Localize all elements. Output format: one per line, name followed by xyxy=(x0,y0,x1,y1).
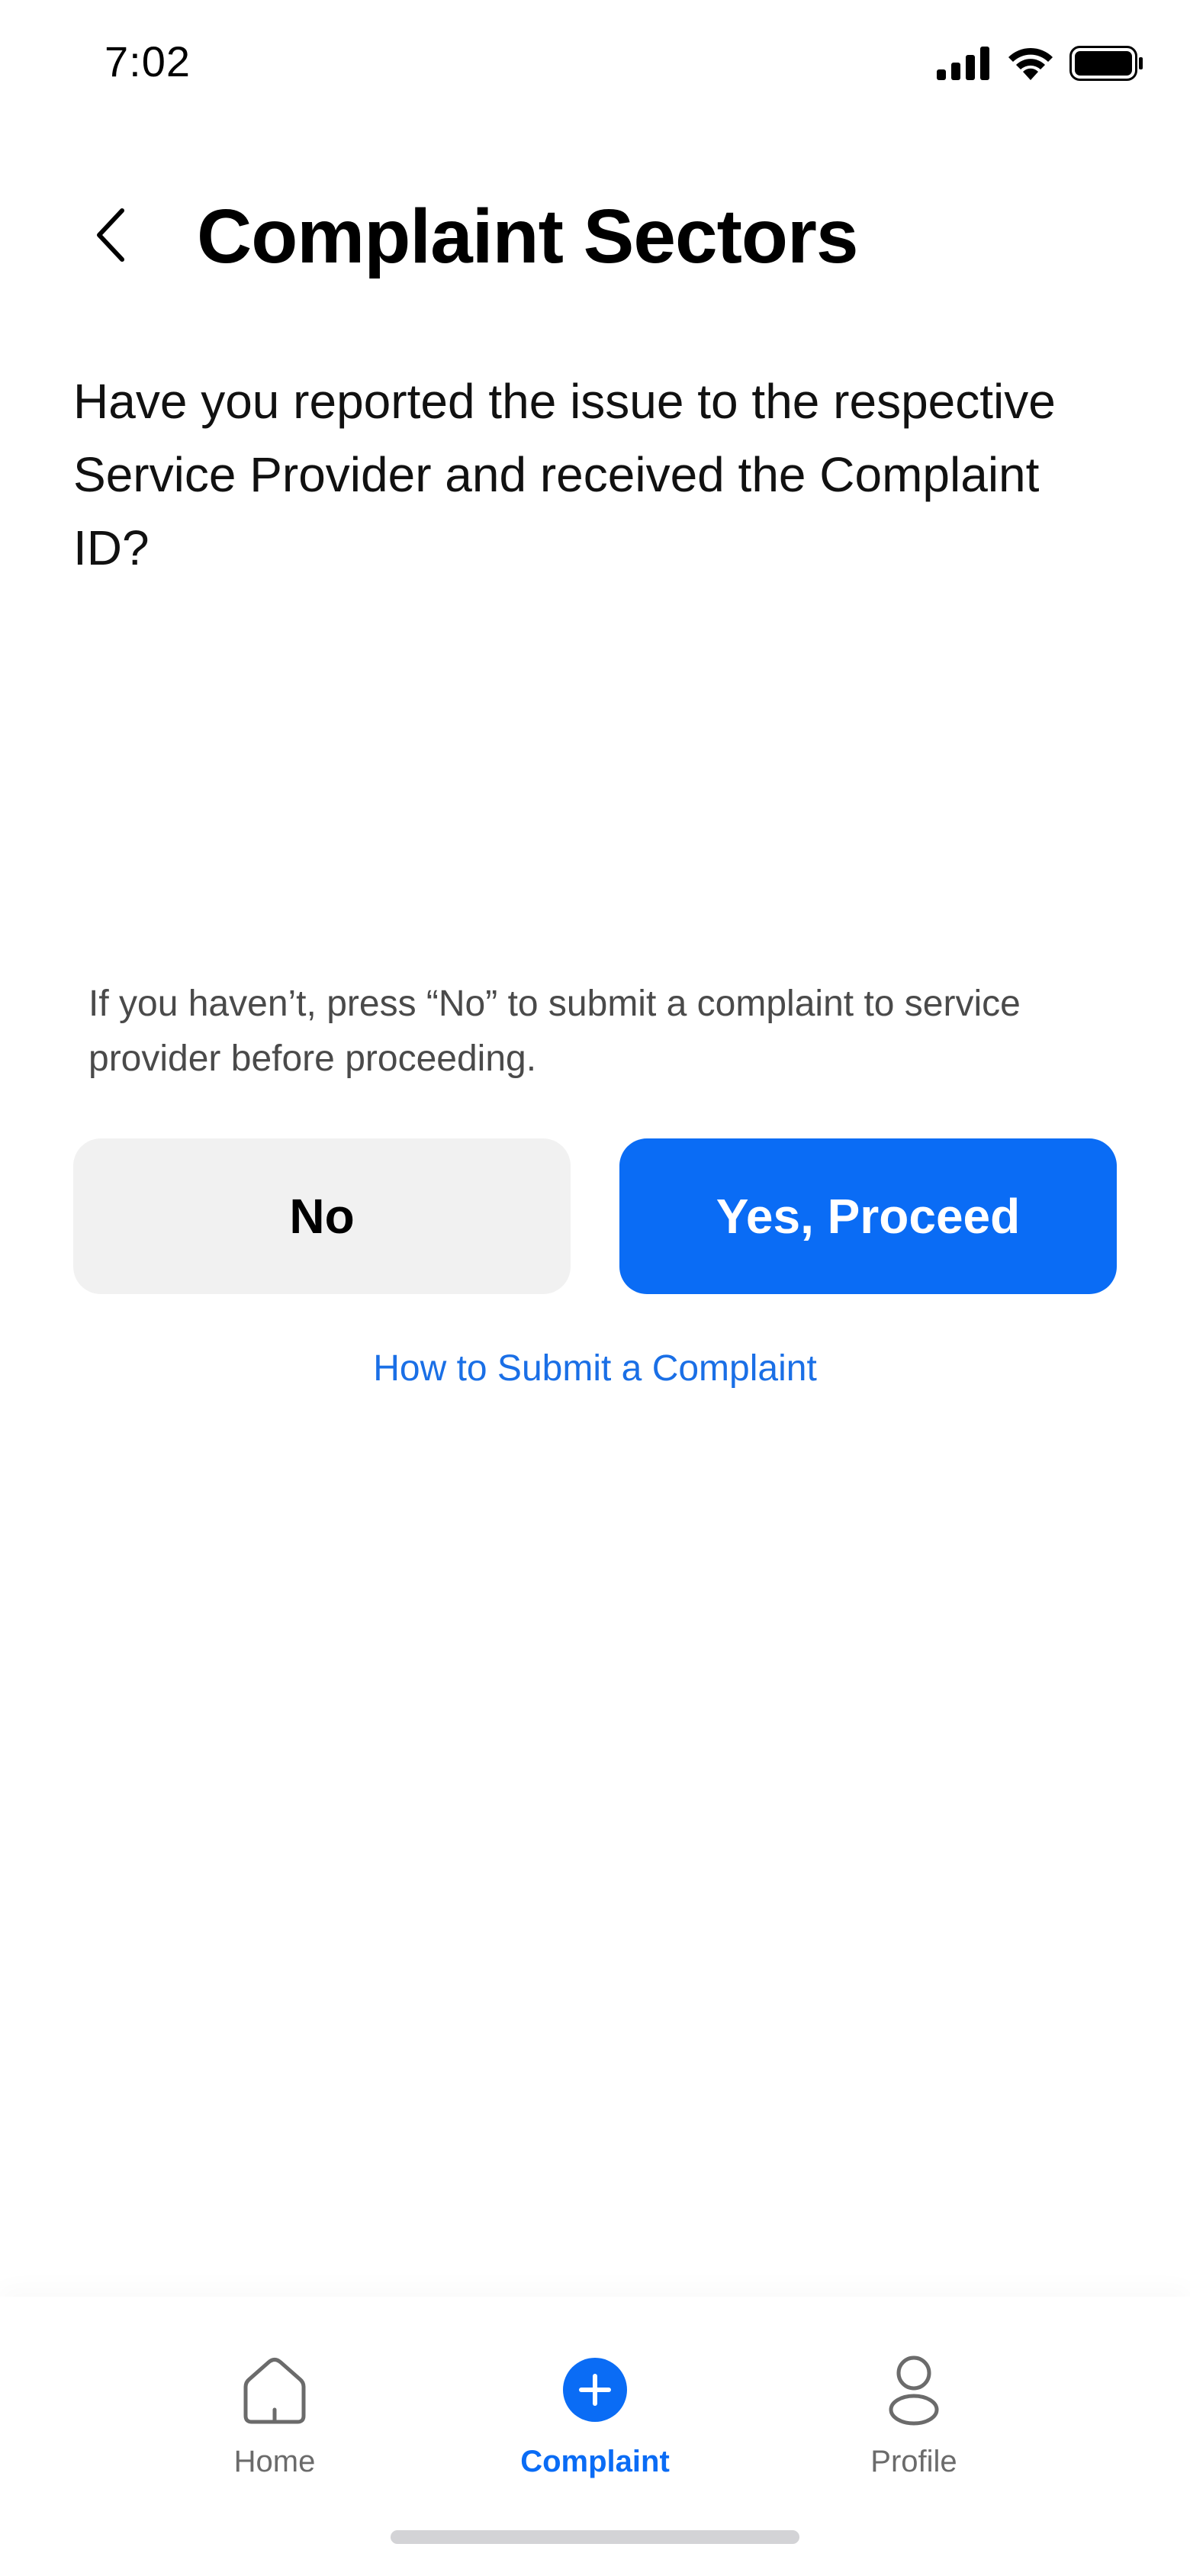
status-time: 7:02 xyxy=(105,37,191,85)
plus-circle-icon xyxy=(558,2353,632,2426)
wifi-icon xyxy=(1007,47,1054,84)
battery-icon xyxy=(1069,46,1144,85)
tab-profile[interactable]: Profile xyxy=(815,2353,1013,2479)
home-icon xyxy=(238,2353,311,2426)
back-button[interactable] xyxy=(76,191,145,282)
chevron-left-icon xyxy=(92,204,130,269)
home-indicator[interactable] xyxy=(391,2530,799,2544)
tab-complaint-label: Complaint xyxy=(520,2445,670,2478)
tab-home-label: Home xyxy=(233,2445,316,2478)
yes-proceed-button[interactable]: Yes, Proceed xyxy=(619,1138,1117,1294)
status-icons xyxy=(937,46,1144,85)
tab-complaint[interactable]: Complaint xyxy=(496,2353,694,2479)
how-to-submit-link[interactable]: How to Submit a Complaint xyxy=(0,1344,1190,1393)
no-button[interactable]: No xyxy=(73,1138,571,1294)
complaint-sectors-screen: 7:02 Complaint Sectors Have you reported… xyxy=(0,0,1190,2576)
tab-home[interactable]: Home xyxy=(175,2353,374,2479)
page-title: Complaint Sectors xyxy=(197,194,858,279)
user-icon xyxy=(877,2353,950,2426)
tab-profile-label: Profile xyxy=(870,2445,957,2478)
question-text: Have you reported the issue to the respe… xyxy=(73,374,1056,575)
hint-text: If you haven’t, press “No” to submit a c… xyxy=(88,984,1021,1079)
signal-icon xyxy=(937,47,992,84)
